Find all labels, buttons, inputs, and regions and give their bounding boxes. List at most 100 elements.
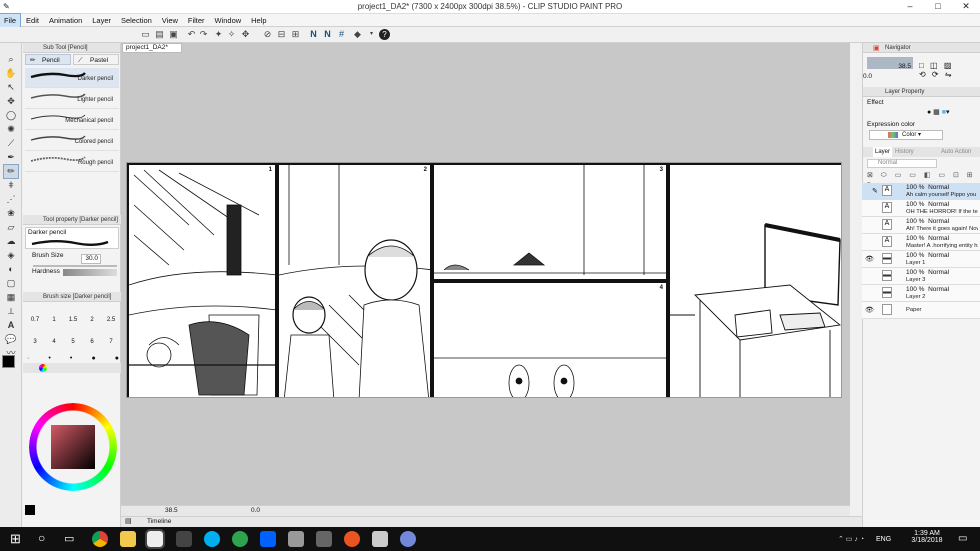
tab-layer[interactable]: Layer (873, 147, 893, 157)
pencil-tool-icon[interactable]: ✏ (3, 164, 19, 179)
hardness-slider[interactable] (63, 269, 117, 276)
eraser-icon[interactable]: ▱ (4, 221, 18, 234)
menu-selection[interactable]: Selection (117, 14, 156, 27)
menu-animation[interactable]: Animation (45, 14, 86, 27)
minimize-button[interactable]: – (896, 0, 924, 14)
size-preset[interactable]: 1.5 (65, 317, 81, 331)
windows-start-icon[interactable]: ⊞ (10, 531, 21, 547)
pen-icon[interactable]: ✒ (4, 151, 18, 164)
layer-toolbar[interactable]: ⊠ ⬭ ▭ ▭ ◧ ▭ ⊡ ⊞ ▾ (867, 171, 977, 188)
operation-icon[interactable]: ↖ (4, 81, 18, 94)
menu-layer[interactable]: Layer (88, 14, 115, 27)
blend-icon[interactable]: ☁ (4, 235, 18, 248)
tab-auto-action[interactable]: Auto Action (941, 147, 971, 157)
app-gray-icon[interactable] (288, 531, 304, 547)
dropdown-icon[interactable]: ▾ (366, 29, 377, 40)
menu-window[interactable]: Window (210, 14, 245, 27)
virtualbox-icon[interactable] (316, 531, 332, 547)
size-preset[interactable]: 5 (65, 339, 81, 353)
move-layer-icon[interactable]: ✥ (4, 95, 18, 108)
undo-icon[interactable]: ↶ (186, 29, 197, 40)
brush-size-slider[interactable] (33, 265, 117, 267)
main-color-swatch[interactable] (2, 355, 15, 368)
size-preset[interactable]: 1 (46, 317, 62, 331)
clear-icon[interactable]: ✦ (213, 29, 224, 40)
fill-tool-icon[interactable]: ◈ (4, 249, 18, 262)
size-preset[interactable]: 0.7 (27, 317, 43, 331)
size-preset[interactable]: 3 (27, 339, 43, 353)
canvas-angle-value[interactable]: 0.0 (251, 506, 260, 516)
hand-icon[interactable]: ✋ (4, 67, 18, 80)
snap-ruler-icon[interactable]: N (308, 29, 319, 40)
tool-preset-box[interactable]: Darker pencil (25, 227, 119, 249)
document-tab[interactable]: project1_DA2* (122, 43, 182, 53)
expression-color-select[interactable]: Color ▾ (869, 130, 943, 140)
search-icon[interactable]: ○ (38, 531, 45, 545)
app-icon[interactable] (176, 531, 192, 547)
brush-colored-pencil[interactable]: Colored pencil (25, 131, 119, 151)
chrome-icon[interactable] (92, 531, 108, 547)
zoom-icon[interactable]: ⌕ (4, 53, 18, 66)
size-preset[interactable]: 2.5 (103, 317, 119, 331)
text-icon[interactable]: A (4, 319, 18, 332)
airbrush-icon[interactable]: ⋰ (4, 193, 18, 206)
auto-select-icon[interactable]: ✺ (4, 123, 18, 136)
tab-pencil[interactable]: ✏ Pencil (25, 54, 71, 65)
navigator-rotation[interactable]: 0.0 (863, 73, 879, 81)
task-view-icon[interactable]: ▭ (64, 532, 74, 545)
balloon-icon[interactable]: 💬 (4, 333, 18, 346)
brush-size-value[interactable]: 30.0 (81, 254, 101, 264)
open-file-icon[interactable]: ▤ (154, 29, 165, 40)
size-preset[interactable]: 6 (84, 339, 100, 353)
color-wheel[interactable] (27, 401, 119, 493)
brush-lighter-pencil[interactable]: Lighter pencil (25, 89, 119, 109)
layer-row[interactable]: 100 % Normal Layer 2 (862, 285, 980, 302)
size-preset[interactable]: 4 (46, 339, 62, 353)
current-color-swatch[interactable] (25, 505, 35, 515)
layer-row[interactable]: 100 % Normal Layer 3 (862, 268, 980, 285)
comic-panel-3[interactable]: 3 (432, 163, 668, 281)
help-icon[interactable]: ? (379, 29, 390, 40)
invert-selection-icon[interactable]: ⊟ (276, 29, 287, 40)
eyedropper-icon[interactable]: ⟋ (4, 137, 18, 150)
discord-icon[interactable] (400, 531, 416, 547)
selection-icon[interactable]: ◯ (4, 109, 18, 122)
comic-page[interactable]: 1 2 3 4 (126, 162, 842, 398)
layer-row[interactable]: 👁 Paper (862, 302, 980, 319)
size-preset[interactable]: 2 (84, 317, 100, 331)
snap-grid-icon[interactable]: # (336, 29, 347, 40)
layer-row[interactable]: A 100 % Normal OH THE HORROR! If the tea… (862, 200, 980, 217)
snap-special-ruler-icon[interactable]: N (322, 29, 333, 40)
app-green-icon[interactable] (232, 531, 248, 547)
fill-icon[interactable]: ✧ (226, 29, 237, 40)
brush-darker-pencil[interactable]: Darker pencil (25, 68, 119, 88)
skype-icon[interactable] (204, 531, 220, 547)
frame-border-icon[interactable]: ▦ (4, 291, 18, 304)
layer-row[interactable]: 👁 100 % Normal Layer 1 (862, 251, 980, 268)
folder-icon[interactable] (120, 531, 136, 547)
ruler-icon[interactable]: ⟂ (4, 305, 18, 318)
ubuntu-icon[interactable] (344, 531, 360, 547)
timeline-label[interactable]: Timeline (147, 517, 171, 527)
tab-pastel[interactable]: ⟋ Pastel (73, 54, 119, 65)
comic-panel-2[interactable]: 2 (277, 163, 432, 397)
size-dot-icon[interactable]: • (70, 355, 72, 362)
menu-file[interactable]: File (0, 13, 22, 28)
size-preset[interactable]: 7 (103, 339, 119, 353)
color-wheel-icon[interactable] (39, 364, 47, 372)
comic-panel-1[interactable]: 1 (127, 163, 277, 397)
deselect-icon[interactable]: ⊘ (262, 29, 273, 40)
eye-icon[interactable]: 👁 (865, 306, 874, 314)
select-all-icon[interactable]: ⊞ (290, 29, 301, 40)
size-dot-icon[interactable]: · (27, 355, 29, 362)
canvas-zoom-value[interactable]: 38.5 (165, 506, 178, 516)
notification-icon[interactable]: ▭ (958, 533, 967, 544)
language-indicator[interactable]: ENG (876, 536, 891, 543)
drawing-color-icon[interactable]: ◆ (352, 29, 363, 40)
maximize-button[interactable]: □ (924, 0, 952, 14)
dropbox-icon[interactable] (260, 531, 276, 547)
menu-filter[interactable]: Filter (184, 14, 209, 27)
redo-icon[interactable]: ↷ (198, 29, 209, 40)
clock[interactable]: 1:39 AM 3/18/2018 (904, 530, 950, 544)
size-dot-icon[interactable]: ● (115, 355, 119, 362)
